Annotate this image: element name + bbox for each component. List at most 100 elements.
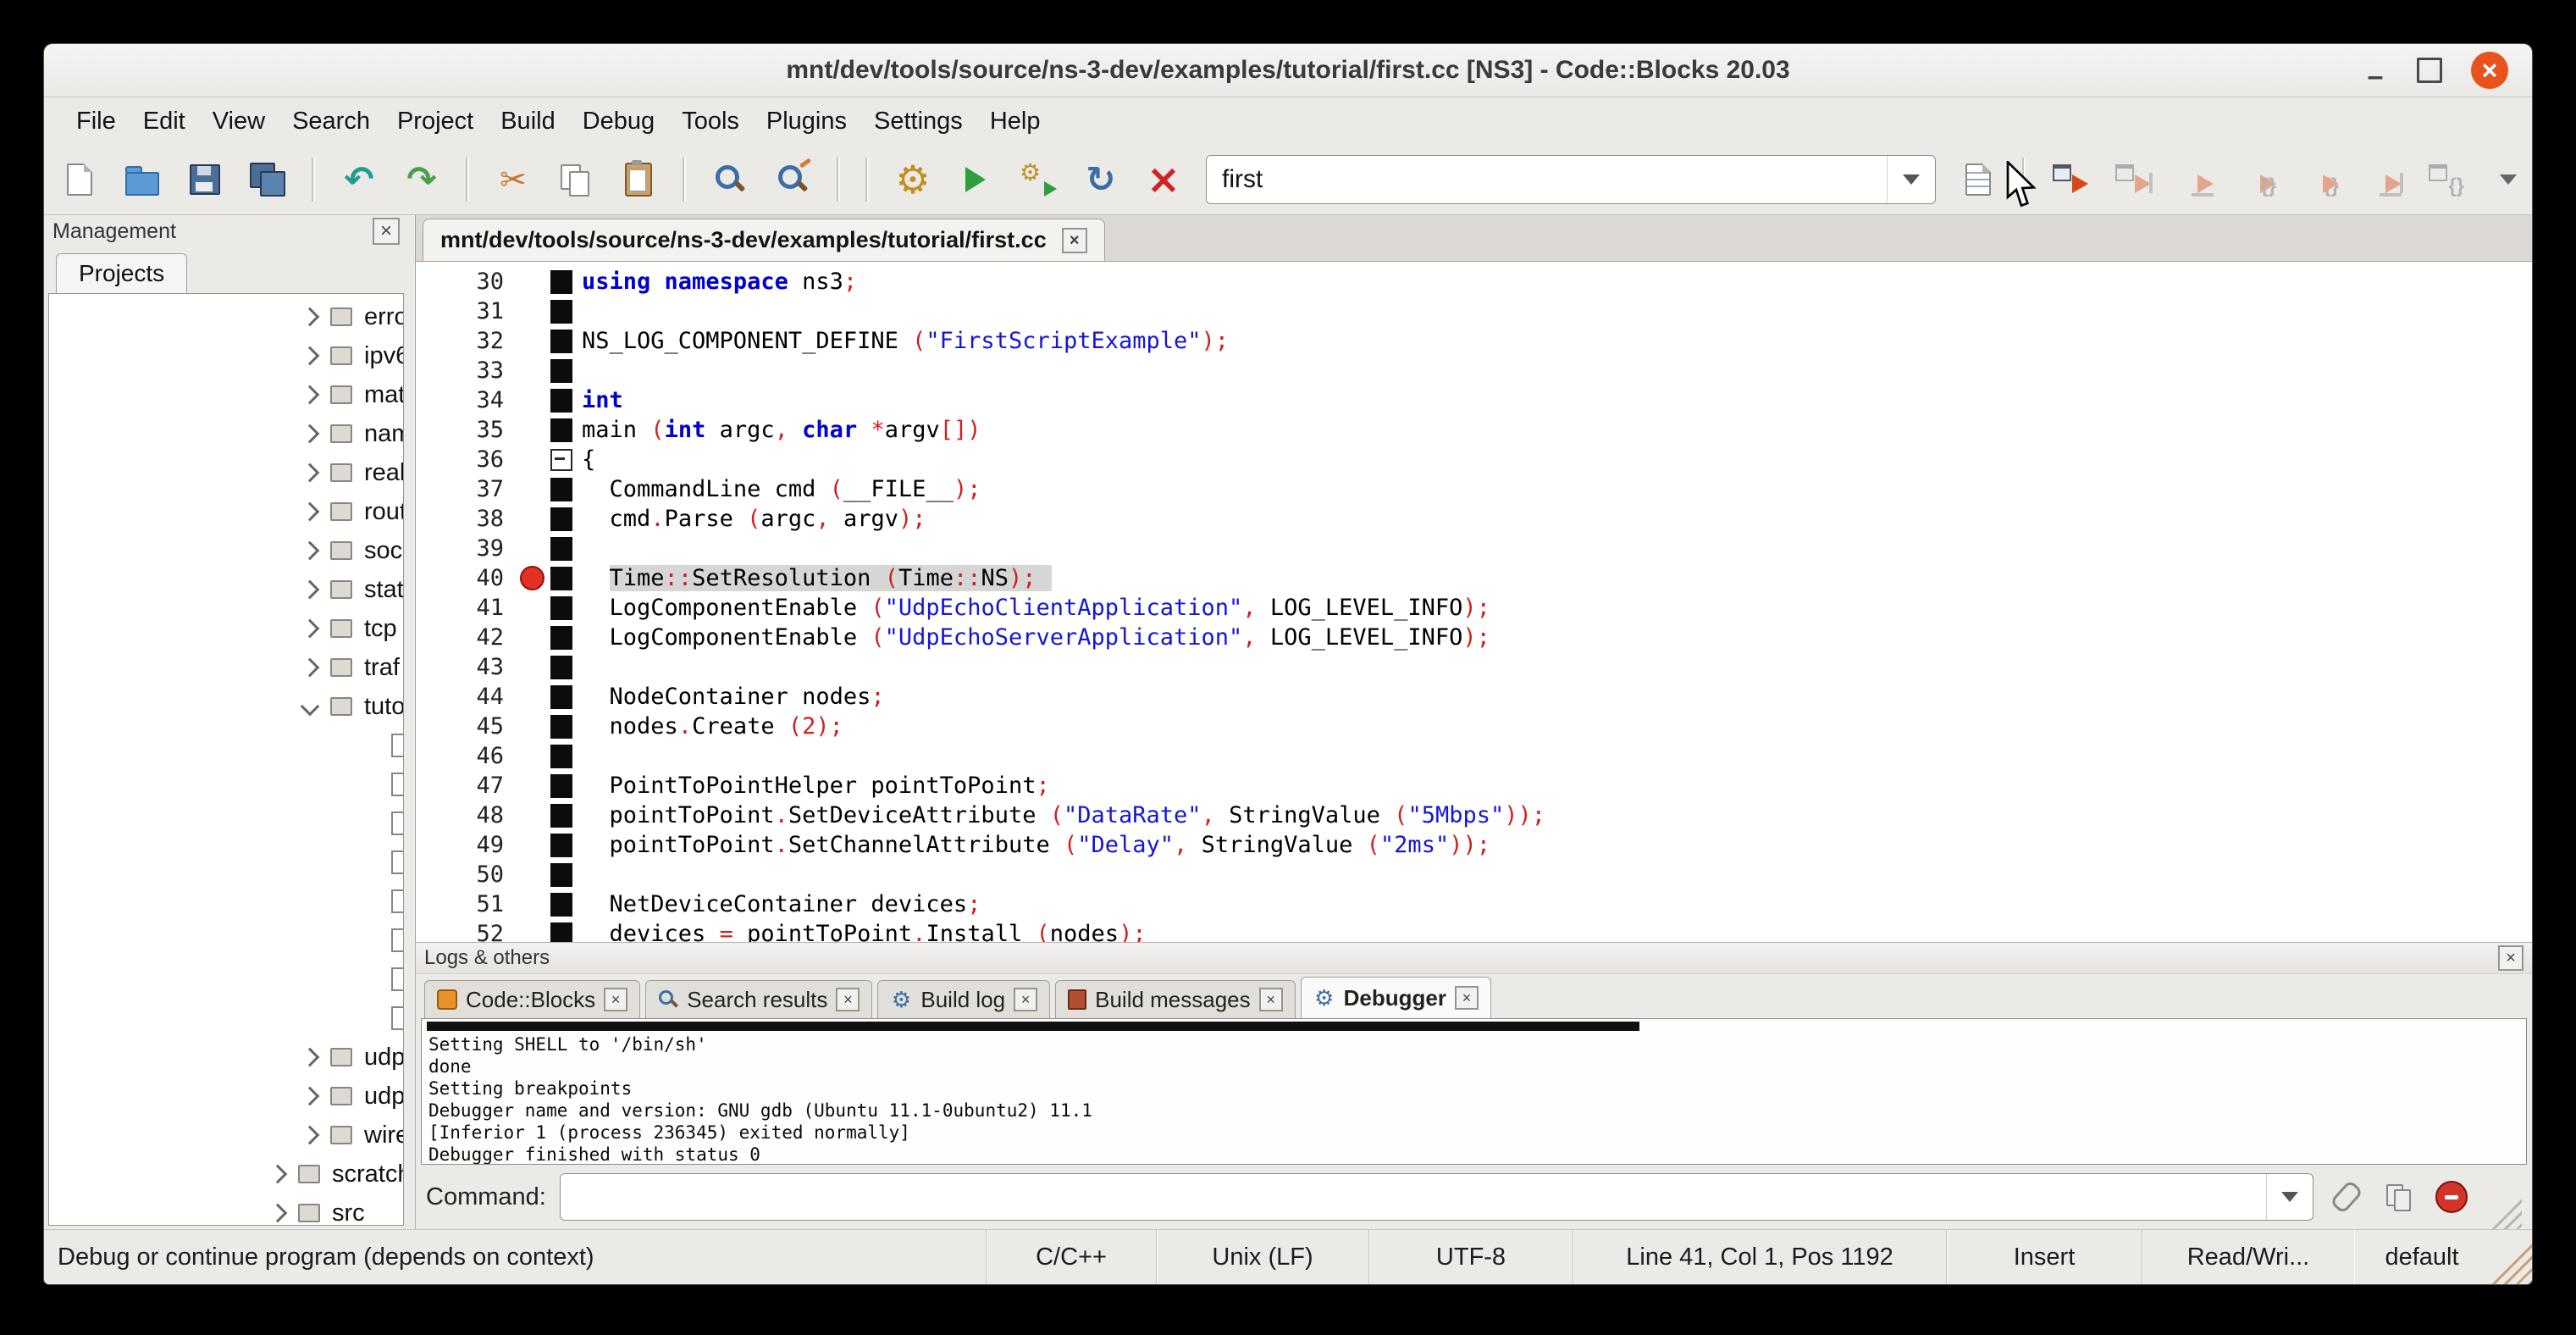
tree-item-fo[interactable]: fo xyxy=(49,804,403,843)
code-line[interactable]: 37 CommandLine cmd (__FILE__); xyxy=(416,474,2532,504)
breakpoint-margin[interactable] xyxy=(514,474,550,504)
breakpoint-margin[interactable] xyxy=(514,534,550,563)
line-number[interactable]: 34 xyxy=(416,385,514,415)
project-tree[interactable]: erroipv6matnamrealroutsockstattcptraftut… xyxy=(48,293,404,1226)
code-line[interactable]: 40 Time::SetResolution (Time::NS); xyxy=(416,563,2532,593)
breakpoint-margin[interactable] xyxy=(514,860,550,889)
chevron-right-icon[interactable] xyxy=(301,424,320,444)
next-line-button[interactable] xyxy=(2175,158,2215,202)
breakpoint-margin[interactable] xyxy=(514,623,550,652)
fold-marker-icon[interactable] xyxy=(550,449,572,471)
tree-item-si[interactable]: si xyxy=(49,960,403,999)
redo-button[interactable]: ↷ xyxy=(401,158,442,202)
debug-continue-button[interactable] xyxy=(2049,158,2090,202)
breakpoint-margin[interactable] xyxy=(514,593,550,623)
breakpoint-margin[interactable] xyxy=(514,741,550,771)
line-number[interactable]: 50 xyxy=(416,860,514,889)
code-line[interactable]: 52 devices = pointToPoint.Install (nodes… xyxy=(416,919,2532,942)
tree-item-src[interactable]: src xyxy=(49,1194,403,1226)
tree-item-nam[interactable]: nam xyxy=(49,414,403,453)
chevron-right-icon[interactable] xyxy=(268,1204,288,1223)
new-file-button[interactable] xyxy=(59,158,100,202)
breakpoint-margin[interactable] xyxy=(514,356,550,385)
paste-button[interactable] xyxy=(618,158,659,202)
close-icon[interactable]: × xyxy=(2498,945,2523,971)
open-file-button[interactable] xyxy=(122,158,163,202)
run-button[interactable] xyxy=(955,158,996,202)
line-number[interactable]: 48 xyxy=(416,800,514,830)
code-line[interactable]: 30using namespace ns3; xyxy=(416,267,2532,296)
tree-item-se[interactable]: se xyxy=(49,882,403,921)
line-number[interactable]: 40 xyxy=(416,563,514,593)
abort-build-button[interactable]: × xyxy=(1143,158,1184,202)
code-line[interactable]: 36{ xyxy=(416,445,2532,474)
close-icon[interactable]: × xyxy=(1014,988,1037,1011)
line-number[interactable]: 36 xyxy=(416,445,514,474)
code-line[interactable]: 39 xyxy=(416,534,2532,563)
code-line[interactable]: 51 NetDeviceContainer devices; xyxy=(416,889,2532,919)
breakpoint-margin[interactable] xyxy=(514,504,550,534)
tree-item-ipv6[interactable]: ipv6 xyxy=(49,336,403,375)
chevron-right-icon[interactable] xyxy=(301,541,320,561)
code-line[interactable]: 49 pointToPoint.SetChannelAttribute ("De… xyxy=(416,830,2532,860)
breakpoint-margin[interactable] xyxy=(514,919,550,942)
find-button[interactable] xyxy=(710,158,750,202)
breakpoint-margin[interactable] xyxy=(514,296,550,326)
line-number[interactable]: 47 xyxy=(416,771,514,800)
chevron-right-icon[interactable] xyxy=(301,1048,320,1067)
step-into-instruction-button[interactable]: {} xyxy=(2425,158,2466,202)
tree-item-wire[interactable]: wire xyxy=(49,1116,403,1155)
chevron-right-icon[interactable] xyxy=(301,580,320,600)
chevron-right-icon[interactable] xyxy=(301,502,320,522)
tree-item-sock[interactable]: sock xyxy=(49,531,403,570)
debugger-output[interactable]: Setting SHELL to '/bin/sh'doneSetting br… xyxy=(421,1018,2527,1165)
code-line[interactable]: 38 cmd.Parse (argc, argv); xyxy=(416,504,2532,534)
tree-item-mat[interactable]: mat xyxy=(49,375,403,414)
window-resize-grip[interactable] xyxy=(2490,1242,2532,1284)
log-tab-code-blocks[interactable]: Code::Blocks× xyxy=(424,980,640,1018)
code-line[interactable]: 33 xyxy=(416,356,2532,385)
code-editor[interactable]: 30using namespace ns3;3132NS_LOG_COMPONE… xyxy=(415,262,2532,942)
tree-item-fir[interactable]: fir xyxy=(49,765,403,804)
run-to-cursor-button[interactable] xyxy=(2112,158,2153,202)
log-tab-build-messages[interactable]: Build messages× xyxy=(1055,980,1296,1018)
breakpoint-margin[interactable] xyxy=(514,712,550,741)
menu-build[interactable]: Build xyxy=(487,102,569,141)
code-line[interactable]: 41 LogComponentEnable ("UdpEchoClientApp… xyxy=(416,593,2532,623)
breakpoint-margin[interactable] xyxy=(514,682,550,712)
chevron-right-icon[interactable] xyxy=(301,1126,320,1145)
menu-help[interactable]: Help xyxy=(976,102,1054,141)
code-line[interactable]: 44 NodeContainer nodes; xyxy=(416,682,2532,712)
tree-item-tcp[interactable]: tcp xyxy=(49,609,403,648)
code-line[interactable]: 32NS_LOG_COMPONENT_DEFINE ("FirstScriptE… xyxy=(416,326,2532,356)
breakpoint-margin[interactable] xyxy=(514,267,550,296)
menu-edit[interactable]: Edit xyxy=(130,102,199,141)
menu-file[interactable]: File xyxy=(63,102,130,141)
line-number[interactable]: 51 xyxy=(416,889,514,919)
tree-item-tuto[interactable]: tuto xyxy=(49,687,403,726)
line-number[interactable]: 37 xyxy=(416,474,514,504)
line-number[interactable]: 43 xyxy=(416,652,514,682)
line-number[interactable]: 32 xyxy=(416,326,514,356)
close-icon[interactable]: × xyxy=(604,988,627,1011)
line-number[interactable]: 33 xyxy=(416,356,514,385)
save-all-button[interactable] xyxy=(247,158,288,202)
line-number[interactable]: 42 xyxy=(416,623,514,652)
code-line[interactable]: 47 PointToPointHelper pointToPoint; xyxy=(416,771,2532,800)
next-instruction-button[interactable] xyxy=(2363,158,2403,202)
menu-tools[interactable]: Tools xyxy=(668,102,753,141)
code-line[interactable]: 35main (int argc, char *argv[]) xyxy=(416,415,2532,445)
line-number[interactable]: 30 xyxy=(416,267,514,296)
tree-item-real[interactable]: real xyxy=(49,453,403,492)
line-number[interactable]: 46 xyxy=(416,741,514,771)
combo-dropdown-button[interactable] xyxy=(1887,156,1935,203)
close-icon[interactable]: × xyxy=(836,988,860,1011)
breakpoint-margin[interactable] xyxy=(514,652,550,682)
close-icon[interactable]: × xyxy=(1259,988,1283,1011)
replace-button[interactable] xyxy=(772,158,813,202)
line-number[interactable]: 31 xyxy=(416,296,514,326)
line-number[interactable]: 49 xyxy=(416,830,514,860)
tree-item-th[interactable]: th xyxy=(49,999,403,1038)
breakpoint-margin[interactable] xyxy=(514,385,550,415)
chevron-right-icon[interactable] xyxy=(301,658,320,678)
